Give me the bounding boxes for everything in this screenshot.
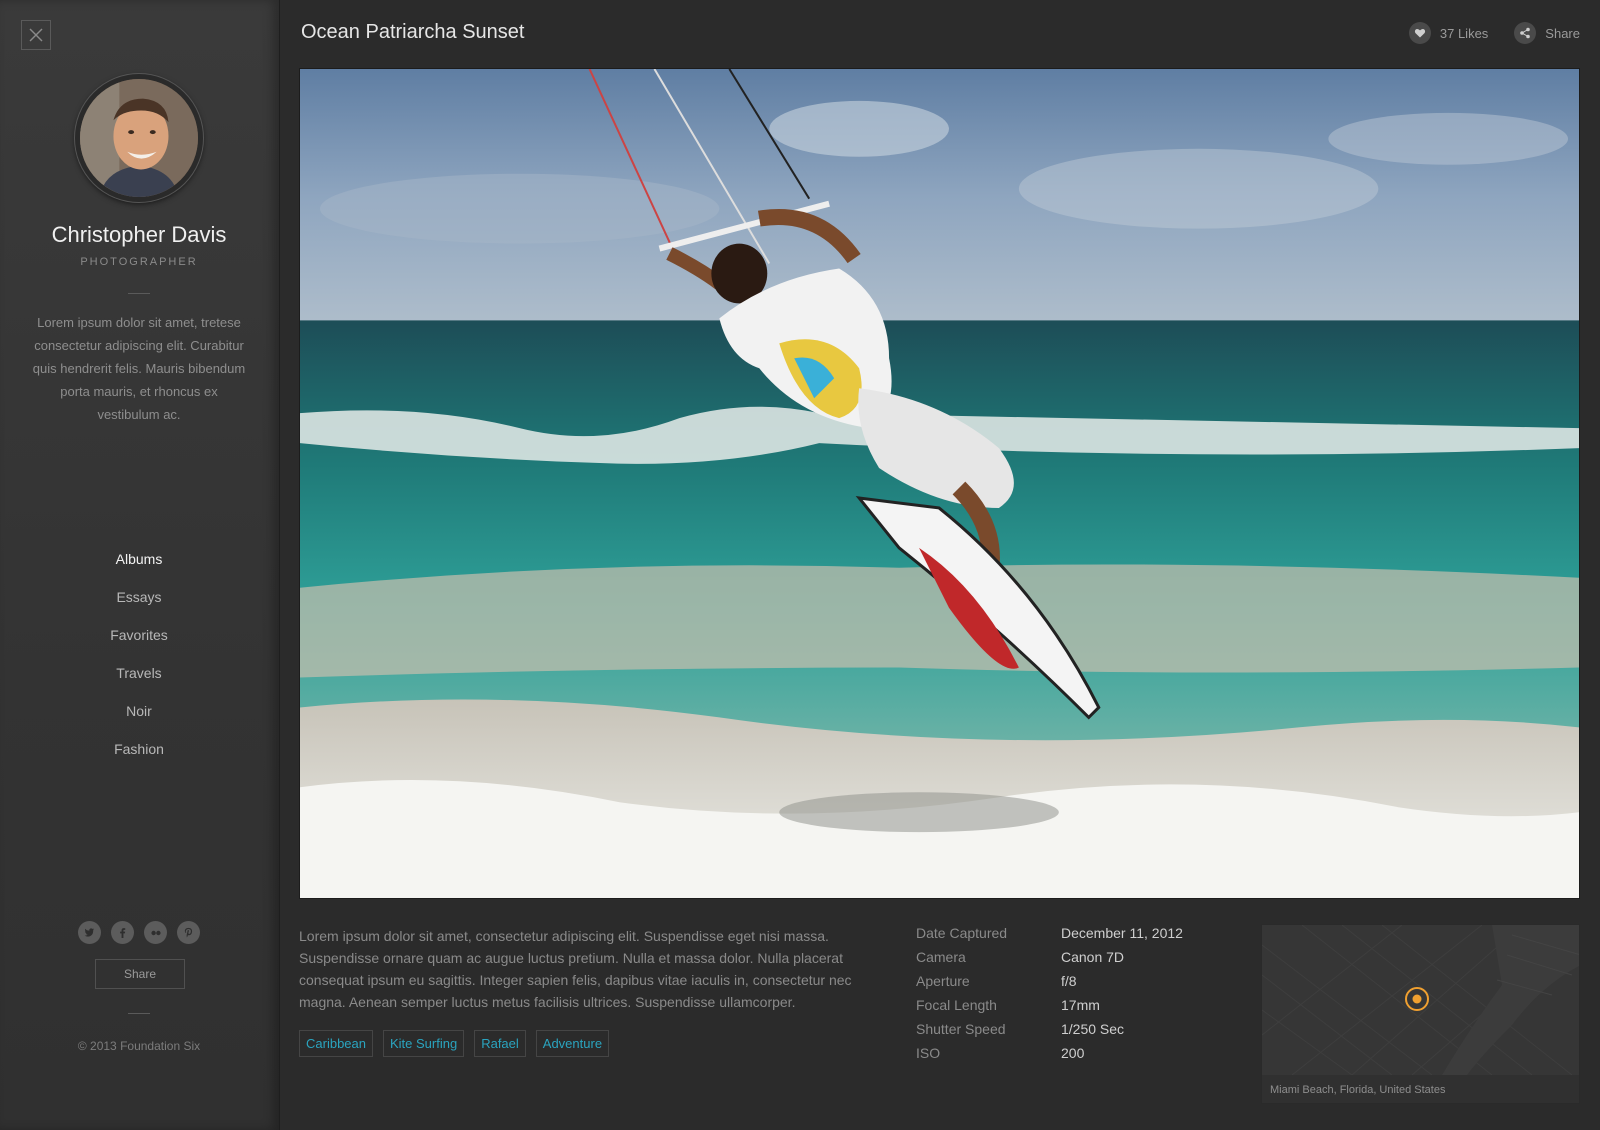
- meta-value: 1/250 Sec: [1061, 1021, 1125, 1037]
- meta-row-aperture: Aperture f/8: [916, 973, 1183, 997]
- divider: [128, 293, 150, 294]
- meta-label: Camera: [916, 949, 966, 965]
- divider: [128, 1013, 150, 1014]
- pinterest-icon[interactable]: [177, 921, 200, 944]
- main-photo[interactable]: [299, 68, 1580, 899]
- avatar: [75, 74, 203, 202]
- tag-rafael[interactable]: Rafael: [474, 1030, 526, 1057]
- flickr-icon[interactable]: [144, 921, 167, 944]
- heart-icon: [1408, 22, 1431, 44]
- nav-item-fashion[interactable]: Fashion: [0, 741, 278, 779]
- photo-metadata: Date Captured December 11, 2012 Camera C…: [916, 925, 1183, 1069]
- share-icon: [1514, 22, 1537, 44]
- nav-item-albums[interactable]: Albums: [0, 551, 278, 589]
- meta-value: f/8: [1061, 973, 1077, 989]
- profile-role: PHOTOGRAPHER: [80, 256, 198, 268]
- nav-item-favorites[interactable]: Favorites: [0, 627, 278, 665]
- tag-adventure[interactable]: Adventure: [535, 1030, 610, 1057]
- location-map[interactable]: Miami Beach, Florida, United States: [1261, 924, 1580, 1104]
- photo-description: Lorem ipsum dolor sit amet, consectetur …: [299, 928, 852, 1010]
- meta-row-camera: Camera Canon 7D: [916, 949, 1183, 973]
- close-icon: [29, 28, 43, 42]
- meta-label: ISO: [916, 1045, 941, 1061]
- profile-bio: Lorem ipsum dolor sit amet, tretese cons…: [32, 315, 246, 422]
- map-caption: Miami Beach, Florida, United States: [1262, 1075, 1579, 1103]
- meta-label: Shutter Speed: [916, 1021, 1006, 1037]
- meta-row-date: Date Captured December 11, 2012: [916, 925, 1183, 949]
- share-button[interactable]: Share: [1514, 22, 1580, 44]
- social-links: [78, 921, 200, 944]
- likes-button[interactable]: 37 Likes: [1408, 22, 1489, 44]
- twitter-icon[interactable]: [78, 921, 101, 944]
- kite-surfer-photo: [300, 69, 1579, 898]
- meta-row-iso: ISO 200: [916, 1045, 1183, 1069]
- meta-value: December 11, 2012: [1061, 925, 1183, 941]
- nav-item-noir[interactable]: Noir: [0, 703, 278, 741]
- tag-kite-surfing[interactable]: Kite Surfing: [383, 1030, 465, 1057]
- sidebar-nav: Albums Essays Favorites Travels Noir Fas…: [0, 551, 278, 779]
- copyright: © 2013 Foundation Six: [77, 1039, 201, 1053]
- tag-caribbean[interactable]: Caribbean: [299, 1030, 373, 1057]
- meta-value: 17mm: [1061, 997, 1100, 1013]
- meta-label: Focal Length: [916, 997, 997, 1013]
- nav-item-travels[interactable]: Travels: [0, 665, 278, 703]
- meta-value: Canon 7D: [1061, 949, 1125, 965]
- meta-label: Aperture: [916, 973, 970, 989]
- meta-label: Date Captured: [916, 925, 1008, 941]
- meta-row-shutter-speed: Shutter Speed 1/250 Sec: [916, 1021, 1183, 1045]
- meta-value: 200: [1061, 1045, 1085, 1061]
- photo-title: Ocean Patriarcha Sunset: [301, 21, 525, 43]
- tag-list: Caribbean Kite Surfing Rafael Adventure: [299, 1030, 610, 1057]
- share-label: Share: [1545, 25, 1580, 41]
- facebook-icon[interactable]: [111, 921, 134, 944]
- nav-item-essays[interactable]: Essays: [0, 589, 278, 627]
- close-button[interactable]: [21, 20, 51, 50]
- profile-name: Christopher Davis: [51, 222, 227, 247]
- sidebar: Christopher Davis PHOTOGRAPHER Lorem ips…: [0, 0, 280, 1130]
- meta-row-focal-length: Focal Length 17mm: [916, 997, 1183, 1021]
- sidebar-share-button[interactable]: Share: [95, 959, 185, 989]
- map-graphic: [1262, 925, 1579, 1075]
- header-actions: 37 Likes Share: [1408, 22, 1580, 44]
- likes-count: 37 Likes: [1439, 25, 1489, 41]
